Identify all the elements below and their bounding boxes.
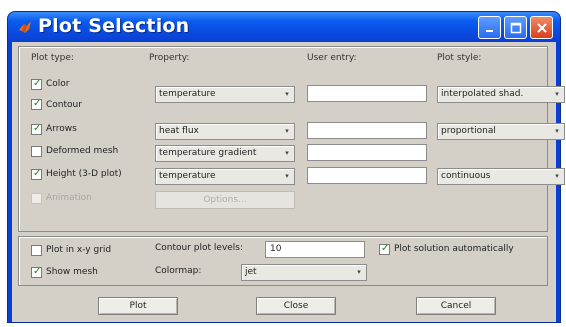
arrows-property-value: heat flux <box>159 126 199 136</box>
chevron-down-icon: ▾ <box>285 149 289 157</box>
animation-checkbox[interactable] <box>31 193 42 204</box>
plot-in-grid-label: Plot in x-y grid <box>46 245 112 255</box>
chevron-down-icon: ▾ <box>285 127 289 135</box>
chevron-down-icon: ▾ <box>555 90 559 98</box>
matlab-logo-icon <box>19 21 31 33</box>
deformed-mesh-label: Deformed mesh <box>46 146 119 156</box>
deformed-mesh-property-value: temperature gradient <box>159 148 257 158</box>
checkmark-icon: ✓ <box>33 123 42 134</box>
arrows-checkbox[interactable]: ✓ <box>31 123 42 135</box>
checkmark-icon: ✓ <box>33 168 42 179</box>
maximize-button[interactable] <box>504 16 527 39</box>
chevron-down-icon: ▾ <box>285 90 289 98</box>
color-checkbox[interactable]: ✓ <box>31 78 42 90</box>
plot-button[interactable]: Plot <box>98 297 178 315</box>
plot-options-panel: Plot in x-y grid ✓ Show mesh Contour plo… <box>18 236 548 286</box>
options-button[interactable]: Options... <box>155 191 295 209</box>
close-window-button[interactable] <box>530 16 553 39</box>
arrows-label: Arrows <box>46 124 77 134</box>
show-mesh-checkbox[interactable]: ✓ <box>31 266 42 278</box>
window-title: Plot Selection <box>38 15 190 37</box>
height-plot-style-dropdown[interactable]: continuous ▾ <box>437 168 565 185</box>
color-property-dropdown[interactable]: temperature ▾ <box>155 86 295 103</box>
color-plot-style-dropdown[interactable]: interpolated shad. ▾ <box>437 86 565 103</box>
arrows-user-entry-input[interactable] <box>307 122 427 139</box>
show-mesh-label: Show mesh <box>46 267 98 277</box>
deformed-mesh-property-dropdown[interactable]: temperature gradient ▾ <box>155 145 295 162</box>
colormap-label: Colormap: <box>155 266 202 276</box>
deformed-mesh-checkbox[interactable] <box>31 146 42 157</box>
color-label: Color <box>46 79 70 89</box>
checkmark-icon: ✓ <box>33 78 42 89</box>
arrows-property-dropdown[interactable]: heat flux ▾ <box>155 123 295 140</box>
animation-label: Animation <box>46 193 92 203</box>
header-user-entry: User entry: <box>307 53 357 63</box>
plot-type-panel: Plot type: Property: User entry: Plot st… <box>18 46 565 232</box>
plot-automatically-label: Plot solution automatically <box>394 244 514 254</box>
deformed-mesh-user-entry-input[interactable] <box>307 144 427 161</box>
maximize-icon <box>510 22 521 33</box>
header-plot-style: Plot style: <box>437 53 482 63</box>
checkmark-icon: ✓ <box>33 266 42 277</box>
contour-checkbox[interactable]: ✓ <box>31 98 42 110</box>
header-property: Property: <box>149 53 190 63</box>
height-user-entry-input[interactable] <box>307 167 427 184</box>
plot-automatically-checkbox[interactable]: ✓ <box>379 243 390 255</box>
dialog-body: Plot type: Property: User entry: Plot st… <box>12 42 565 322</box>
title-bar[interactable]: Plot Selection <box>8 12 560 42</box>
height-label: Height (3-D plot) <box>46 169 122 179</box>
close-icon <box>536 22 547 33</box>
cancel-button[interactable]: Cancel <box>416 297 496 315</box>
color-property-value: temperature <box>159 89 216 99</box>
chevron-down-icon: ▾ <box>555 127 559 135</box>
chevron-down-icon: ▾ <box>357 268 361 276</box>
checkmark-icon: ✓ <box>381 243 390 254</box>
contour-levels-input[interactable]: 10 <box>265 241 365 258</box>
plot-in-grid-checkbox[interactable] <box>31 245 42 256</box>
arrows-plot-style-value: proportional <box>441 126 496 136</box>
colormap-value: jet <box>245 267 257 277</box>
arrows-plot-style-dropdown[interactable]: proportional ▾ <box>437 123 565 140</box>
height-property-dropdown[interactable]: temperature ▾ <box>155 168 295 185</box>
minimize-icon <box>485 29 493 32</box>
header-plot-type: Plot type: <box>31 53 74 63</box>
contour-label: Contour <box>46 100 82 110</box>
plot-selection-window: Plot Selection Plot type: Property: User… <box>8 12 565 322</box>
checkmark-icon: ✓ <box>33 98 42 109</box>
colormap-dropdown[interactable]: jet ▾ <box>241 264 367 281</box>
close-button[interactable]: Close <box>256 297 336 315</box>
color-user-entry-input[interactable] <box>307 85 427 102</box>
color-plot-style-value: interpolated shad. <box>441 89 524 99</box>
height-property-value: temperature <box>159 171 216 181</box>
height-checkbox[interactable]: ✓ <box>31 168 42 180</box>
minimize-button[interactable] <box>478 16 501 39</box>
chevron-down-icon: ▾ <box>555 172 559 180</box>
contour-levels-label: Contour plot levels: <box>155 243 244 253</box>
height-plot-style-value: continuous <box>441 171 491 181</box>
chevron-down-icon: ▾ <box>285 172 289 180</box>
